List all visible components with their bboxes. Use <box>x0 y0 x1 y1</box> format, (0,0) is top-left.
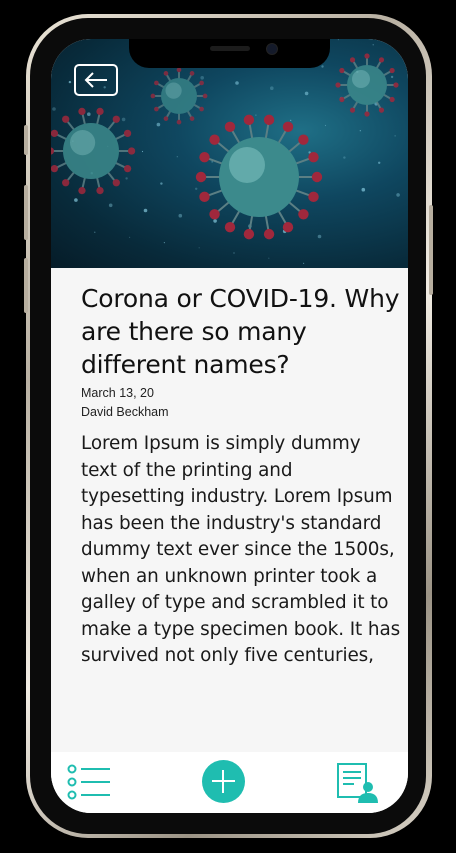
notch <box>129 39 330 68</box>
volume-down-button <box>24 258 28 313</box>
list-icon <box>67 764 110 800</box>
article-date: March 13, 20 <box>81 386 154 400</box>
article-content: Corona or COVID-19. Why are there so man… <box>81 282 401 670</box>
app-screen: Corona or COVID-19. Why are there so man… <box>51 39 408 813</box>
article-body: Lorem Ipsum is simply dummy text of the … <box>81 433 401 666</box>
article-title: Corona or COVID-19. Why are there so man… <box>81 284 400 379</box>
article-meta: March 13, 20 David Beckham <box>81 384 401 422</box>
list-button[interactable] <box>67 764 111 800</box>
profile-button[interactable] <box>336 762 380 804</box>
power-button <box>429 205 433 295</box>
front-camera <box>266 43 278 55</box>
user-document-icon <box>337 763 378 803</box>
bottom-navigation <box>51 752 408 813</box>
add-button[interactable] <box>202 760 245 803</box>
article-author: David Beckham <box>81 405 169 419</box>
mute-switch <box>24 125 28 155</box>
volume-up-button <box>24 185 28 240</box>
arrow-left-icon <box>84 72 107 88</box>
speaker <box>210 46 250 51</box>
back-button[interactable] <box>74 64 118 96</box>
